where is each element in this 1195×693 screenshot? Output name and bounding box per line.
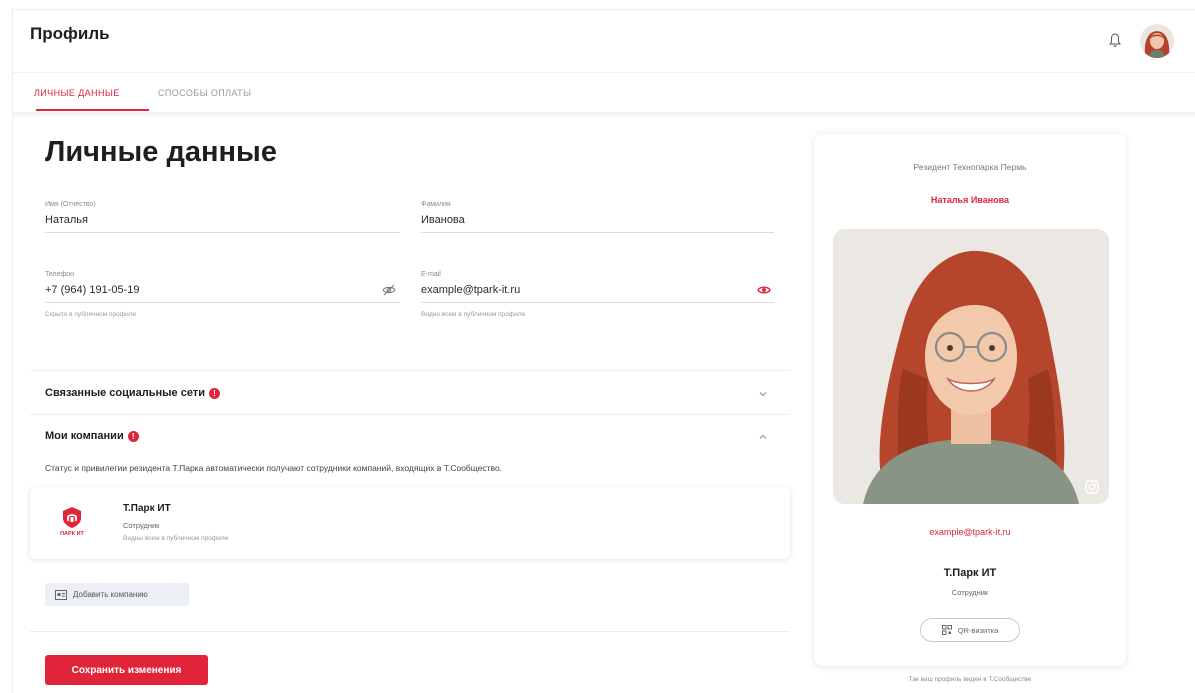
profile-preview-caption: Так ваш профиль виден в Т.Сообществе <box>908 676 1032 683</box>
companies-title: Мои компании <box>45 430 124 442</box>
companies-section-header[interactable]: Мои компании ! <box>45 430 139 442</box>
phone-field[interactable]: Телефон +7 (964) 191-05-19 Скрыто в публ… <box>45 271 400 321</box>
profile-photo[interactable] <box>833 229 1109 504</box>
last-name-field[interactable]: Фамилия Иванова <box>421 201 774 235</box>
divider <box>30 370 790 371</box>
resident-status: Резидент Технопарка Пермь <box>913 162 1027 172</box>
first-name-underline <box>45 232 400 233</box>
divider <box>30 414 790 415</box>
socials-section-header[interactable]: Связанные социальные сети ! <box>45 387 220 399</box>
alert-badge: ! <box>127 430 139 442</box>
first-name-label: Имя (Отчество) <box>45 201 96 208</box>
instagram-icon[interactable] <box>1085 480 1099 494</box>
email-field[interactable]: E-mail example@tpark-it.ru Видно всем в … <box>421 271 774 321</box>
email-underline <box>421 302 774 303</box>
profile-email[interactable]: example@tpark-it.ru <box>814 527 1126 537</box>
profile-name: Наталья Иванова <box>930 195 1010 205</box>
tab-personal-data[interactable]: личные данные <box>34 88 120 98</box>
company-role: Сотрудник <box>123 521 160 530</box>
tabs-shadow <box>12 112 1195 118</box>
socials-title: Связанные социальные сети <box>45 387 205 399</box>
phone-label: Телефон <box>45 271 75 278</box>
email-label: E-mail <box>421 271 441 278</box>
eye-icon[interactable] <box>757 284 771 296</box>
eye-off-icon[interactable] <box>382 284 396 296</box>
qr-card-button[interactable]: QR-визитка <box>920 618 1020 642</box>
first-name-field[interactable]: Имя (Отчество) Наталья <box>45 201 400 235</box>
email-value[interactable]: example@tpark-it.ru <box>421 284 520 296</box>
divider <box>30 631 790 632</box>
phone-visibility-hint: Скрыто в публичном профиле <box>45 311 137 318</box>
chevron-down-icon[interactable] <box>758 390 768 398</box>
last-name-underline <box>421 232 774 233</box>
last-name-value[interactable]: Иванова <box>421 214 465 226</box>
add-company-label: Добавить компанию <box>73 590 148 599</box>
save-button[interactable]: Сохранить изменения <box>45 655 208 685</box>
top-bar <box>12 9 1195 73</box>
first-name-value[interactable]: Наталья <box>45 214 88 226</box>
company-visibility: Видны всем в публичном профиле <box>123 535 229 542</box>
profile-company: Т.Парк ИТ <box>943 567 997 579</box>
tab-payment-methods[interactable]: способы оплаты <box>158 88 251 98</box>
email-visibility-hint: Видно всем в публичном профиле <box>421 311 526 318</box>
page-title: Профиль <box>30 24 110 43</box>
phone-underline <box>45 302 400 303</box>
chevron-up-icon[interactable] <box>758 433 768 441</box>
qr-code-icon <box>941 625 952 635</box>
last-name-label: Фамилия <box>421 201 451 208</box>
avatar[interactable] <box>1140 24 1174 58</box>
phone-value[interactable]: +7 (964) 191-05-19 <box>45 284 139 296</box>
company-logo: ПАРК ИТ <box>58 505 86 539</box>
profile-preview-card: Резидент Технопарка Пермь Наталья Иванов… <box>814 134 1126 666</box>
bell-icon[interactable] <box>1108 32 1122 48</box>
section-heading: Личные данные <box>45 136 277 168</box>
profile-role: Сотрудник <box>951 588 989 597</box>
company-name: Т.Парк ИТ <box>123 503 171 514</box>
id-card-icon <box>55 589 67 600</box>
company-logo-text: ПАРК ИТ <box>60 531 84 537</box>
active-tab-indicator <box>36 109 149 111</box>
alert-badge: ! <box>208 387 220 399</box>
tab-bar: личные данные способы оплаты <box>12 74 1195 112</box>
qr-card-label: QR-визитка <box>957 625 999 635</box>
content-border <box>12 112 13 693</box>
add-company-button[interactable]: Добавить компанию <box>45 583 189 606</box>
company-card[interactable]: ПАРК ИТ Т.Парк ИТ Сотрудник Видны всем в… <box>30 487 790 559</box>
companies-description: Статус и привилегии резидента Т.Парка ав… <box>45 463 503 473</box>
